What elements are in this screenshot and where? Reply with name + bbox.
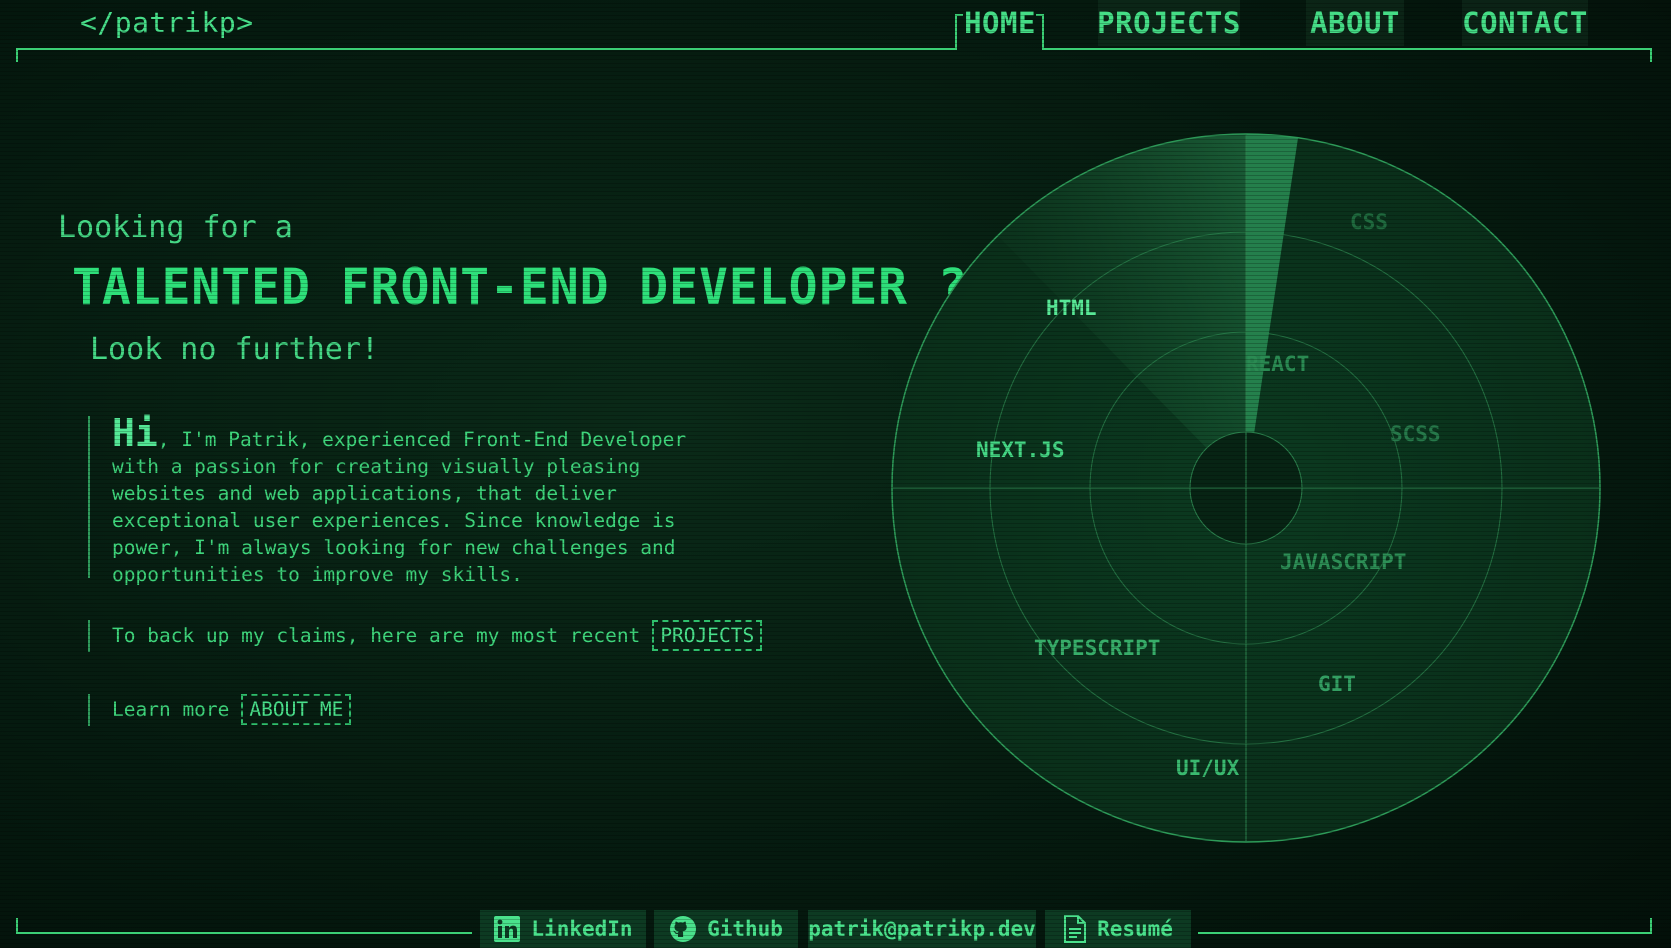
skill-uiux: UI/UX (1176, 756, 1240, 780)
email-link[interactable]: patrik@patrikp.dev (808, 910, 1036, 948)
footer-frame-line-left (16, 932, 472, 934)
linkedin-icon (493, 915, 521, 943)
bio-accent-bar (88, 416, 90, 578)
document-icon (1063, 915, 1087, 943)
hero-subline: Look no further! (90, 332, 379, 367)
nav-projects[interactable]: PROJECTS (1097, 0, 1240, 46)
skill-css: CSS (1350, 210, 1388, 234)
nav-about[interactable]: ABOUT (1306, 0, 1404, 46)
footer-corner-left (16, 918, 18, 932)
about-me-button[interactable]: ABOUT ME (241, 694, 352, 725)
about-accent-bar (88, 694, 90, 726)
projects-text: To back up my claims, here are my most r… (112, 624, 641, 647)
frame-corner-left (16, 48, 18, 62)
skills-radar: CSS HTML REACT SCSS NEXT.JS JAVASCRIPT T… (890, 132, 1602, 844)
skill-html: HTML (1046, 296, 1097, 320)
nav-contact[interactable]: CONTACT (1462, 0, 1588, 46)
header-frame-line-left (16, 48, 956, 50)
site-logo[interactable]: </patrikp> (80, 6, 254, 39)
nav-home[interactable]: HOME (962, 0, 1038, 46)
email-label: patrik@patrikp.dev (808, 917, 1036, 941)
footer-corner-right (1650, 918, 1652, 932)
skill-scss: SCSS (1390, 422, 1441, 446)
linkedin-link[interactable]: LinkedIn (480, 910, 646, 948)
footer-frame-line-right (1198, 932, 1652, 934)
hero-headline: TALENTED FRONT-END DEVELOPER ? (72, 258, 968, 316)
about-line: Learn more ABOUT ME (112, 694, 352, 725)
radar-graphic (891, 133, 1601, 843)
skill-nextjs: NEXT.JS (976, 438, 1065, 462)
projects-line: To back up my claims, here are my most r… (112, 620, 763, 651)
resume-link[interactable]: Resumé (1045, 910, 1191, 948)
github-label: Github (707, 917, 783, 941)
linkedin-label: LinkedIn (531, 917, 633, 941)
bio-text: , I'm Patrik, experienced Front-End Deve… (112, 428, 687, 586)
hero-intro: Looking for a (58, 210, 293, 245)
about-text: Learn more (112, 698, 230, 721)
bio-paragraph: Hi, I'm Patrik, experienced Front-End De… (112, 414, 712, 588)
frame-corner-right (1650, 48, 1652, 62)
resume-label: Resumé (1097, 917, 1173, 941)
greeting: Hi (112, 411, 158, 455)
header-frame-line-right (1044, 48, 1652, 50)
github-link[interactable]: Github (654, 910, 798, 948)
skill-git: GIT (1318, 672, 1356, 696)
github-icon (669, 915, 697, 943)
skill-javascript: JAVASCRIPT (1280, 550, 1407, 574)
projects-accent-bar (88, 620, 90, 652)
skill-react: REACT (1246, 352, 1310, 376)
skill-typescript: TYPESCRIPT (1034, 636, 1161, 660)
projects-button[interactable]: PROJECTS (652, 620, 763, 651)
